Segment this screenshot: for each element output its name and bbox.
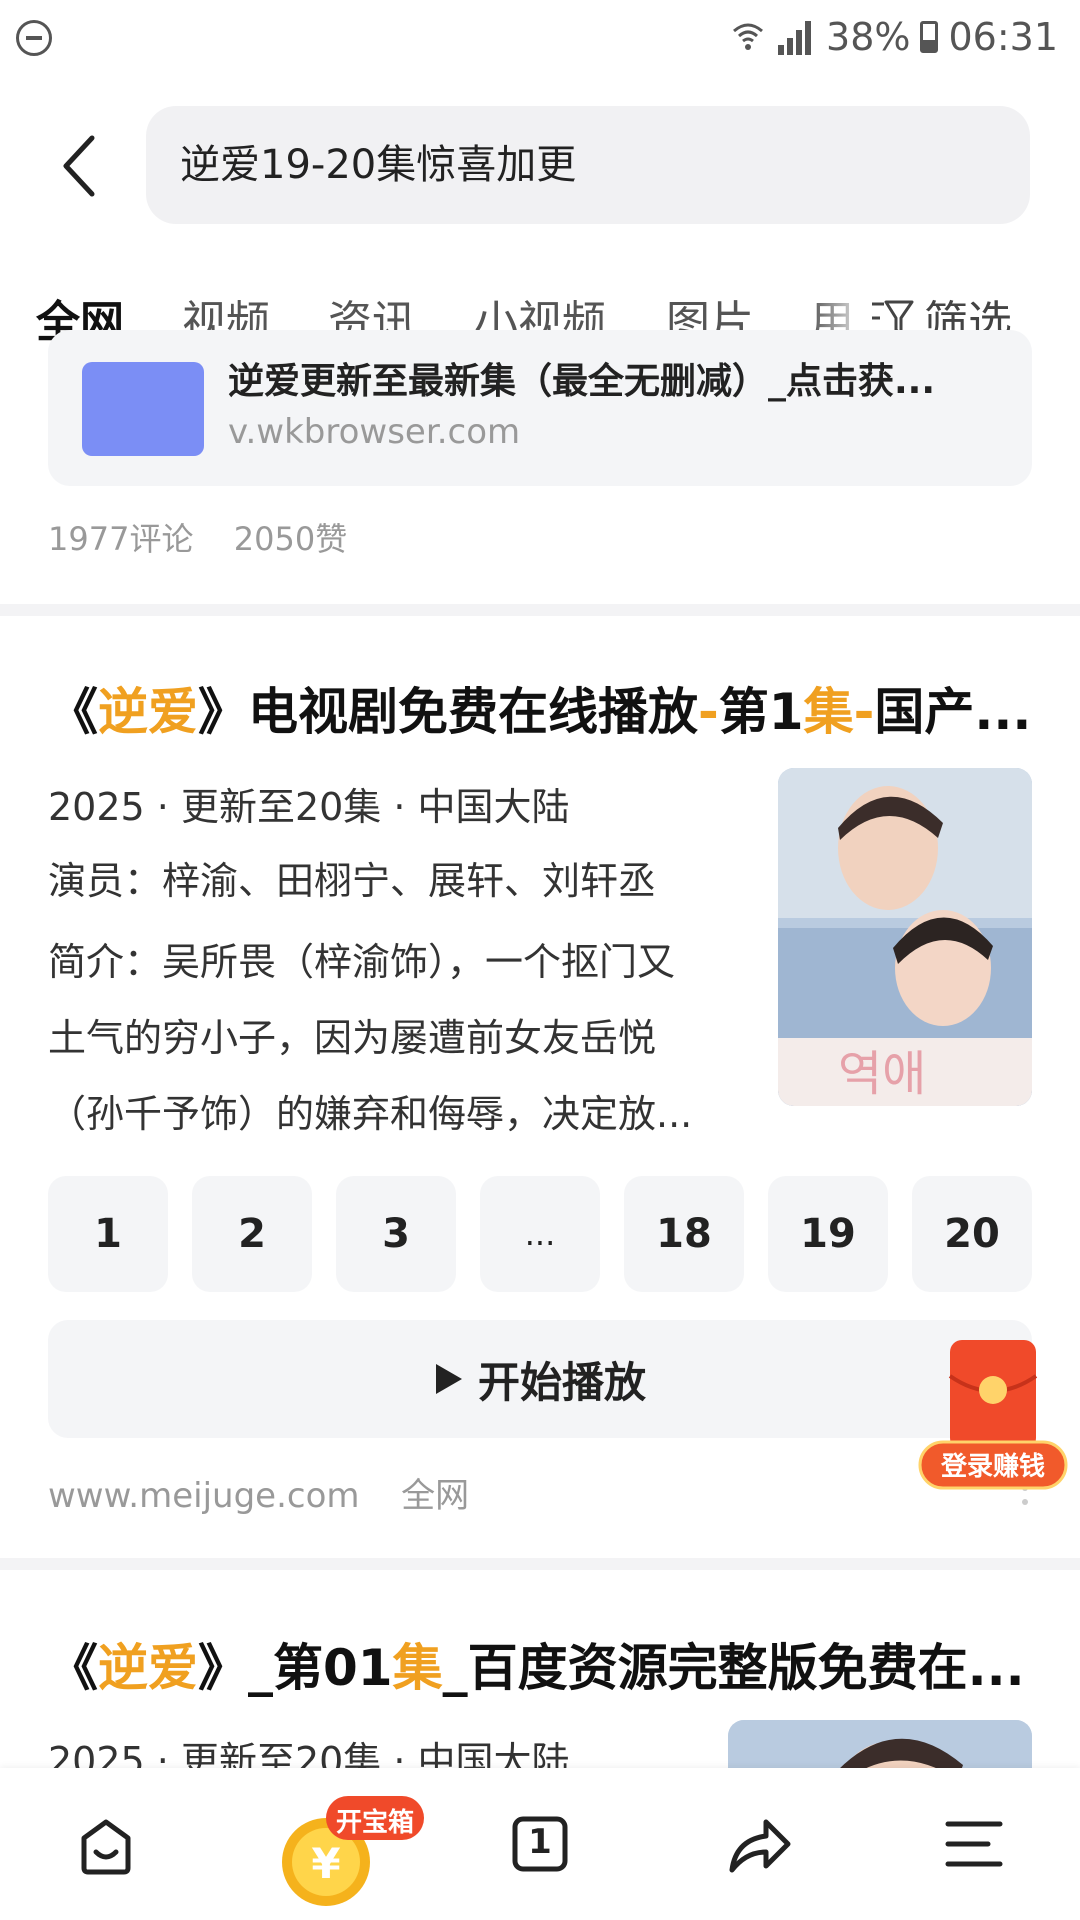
play-icon (435, 1364, 462, 1394)
title-part: 》电视剧免费在线播放 (198, 683, 698, 741)
description-line: 简介：吴所畏（梓渝饰），一个抠门又 (48, 940, 676, 984)
menu-icon[interactable] (944, 1818, 1004, 1870)
promo-label: 登录赚钱 (940, 1452, 1045, 1482)
bottom-nav: ¥ 开宝箱 1 (0, 1768, 1080, 1920)
tabs-button[interactable]: 1 (510, 1814, 570, 1874)
title-highlight: 集 (392, 1639, 443, 1697)
tab-count: 1 (528, 1822, 552, 1862)
start-play-button[interactable]: 开始播放 (48, 1320, 1032, 1438)
title-part: 第1 (718, 683, 804, 741)
result-source: www.meijuge.com 全网 (48, 1468, 469, 1517)
description-line: （孙千予饰）的嫌弃和侮辱，决定放... (48, 1092, 693, 1136)
section-divider (0, 604, 1080, 616)
svg-text:¥: ¥ (311, 1839, 340, 1888)
wifi-icon (733, 23, 763, 50)
search-query[interactable]: 逆爱19-20集惊喜加更 (180, 132, 576, 190)
title-highlight: 逆爱 (98, 1639, 198, 1697)
prior-result-stats: 1977评论 2050赞 (48, 514, 347, 560)
share-icon[interactable] (726, 1814, 792, 1876)
treasure-box-button[interactable]: ¥ 开宝箱 (278, 1792, 428, 1912)
description-line: 土气的穷小子，因为屡遭前女友岳悦 (48, 1016, 657, 1060)
title-highlight: - (853, 683, 875, 741)
result-meta: 2025 · 更新至20集 · 中国大陆 (48, 785, 570, 829)
battery-icon (920, 21, 939, 53)
folder-icon (82, 362, 204, 456)
title-part: 《 (48, 1639, 98, 1697)
title-highlight: 集 (803, 683, 854, 741)
back-arrow-icon[interactable] (54, 128, 114, 204)
poster-title-text: 역애 (838, 1046, 926, 1102)
comment-count: 1977评论 (48, 520, 194, 558)
title-highlight: - (698, 683, 719, 741)
prior-result-title[interactable]: 逆爱更新至最新集（最全无删减）_点击获... (228, 352, 935, 404)
clock: 06:31 (948, 15, 1058, 59)
episode-button[interactable]: 18 (624, 1176, 744, 1292)
section-divider (0, 1558, 1080, 1570)
episode-button[interactable]: 20 (912, 1176, 1032, 1292)
status-bar: 38% 06:31 (0, 0, 1080, 76)
like-count: 2050赞 (233, 520, 348, 558)
result-actors: 演员：梓渝、田栩宁、展轩、刘轩丞 (48, 859, 657, 903)
poster-image: 역애 (778, 768, 1032, 1106)
battery-percent: 38% (826, 15, 911, 59)
title-part: 国产... (874, 683, 1032, 741)
title-part: 》_第01 (198, 1639, 393, 1697)
episode-button[interactable]: 1 (48, 1176, 168, 1292)
episode-button[interactable]: 3 (336, 1176, 456, 1292)
source-tag: 全网 (401, 1476, 470, 1516)
poster-thumbnail[interactable]: 역애 (778, 768, 1032, 1106)
result-title[interactable]: 《逆爱》_第01集_百度资源完整版免费在... (48, 1628, 1025, 1700)
episode-button[interactable]: 2 (192, 1176, 312, 1292)
source-url[interactable]: www.meijuge.com (48, 1476, 360, 1516)
login-earn-promo[interactable]: 登录赚钱 (918, 1336, 1068, 1494)
status-bar-right: 38% 06:31 (730, 12, 1058, 62)
episode-ellipsis-button[interactable]: ... (480, 1176, 600, 1292)
play-label: 开始播放 (477, 1357, 646, 1407)
episode-button[interactable]: 19 (768, 1176, 888, 1292)
title-part: _百度资源完整版免费在... (442, 1639, 1025, 1697)
prior-result-url: v.wkbrowser.com (228, 412, 521, 452)
treasure-label: 开宝箱 (335, 1808, 414, 1838)
signal-icon (778, 21, 812, 55)
title-highlight: 逆爱 (98, 683, 198, 741)
title-part: 《 (48, 683, 98, 741)
do-not-disturb-icon (16, 20, 52, 56)
result-description: 简介：吴所畏（梓渝饰），一个抠门又 土气的穷小子，因为屡遭前女友岳悦 （孙千予饰… (48, 924, 738, 1152)
result-title[interactable]: 《逆爱》电视剧免费在线播放-第1集-国产... (48, 672, 1031, 744)
home-icon[interactable] (76, 1816, 136, 1876)
